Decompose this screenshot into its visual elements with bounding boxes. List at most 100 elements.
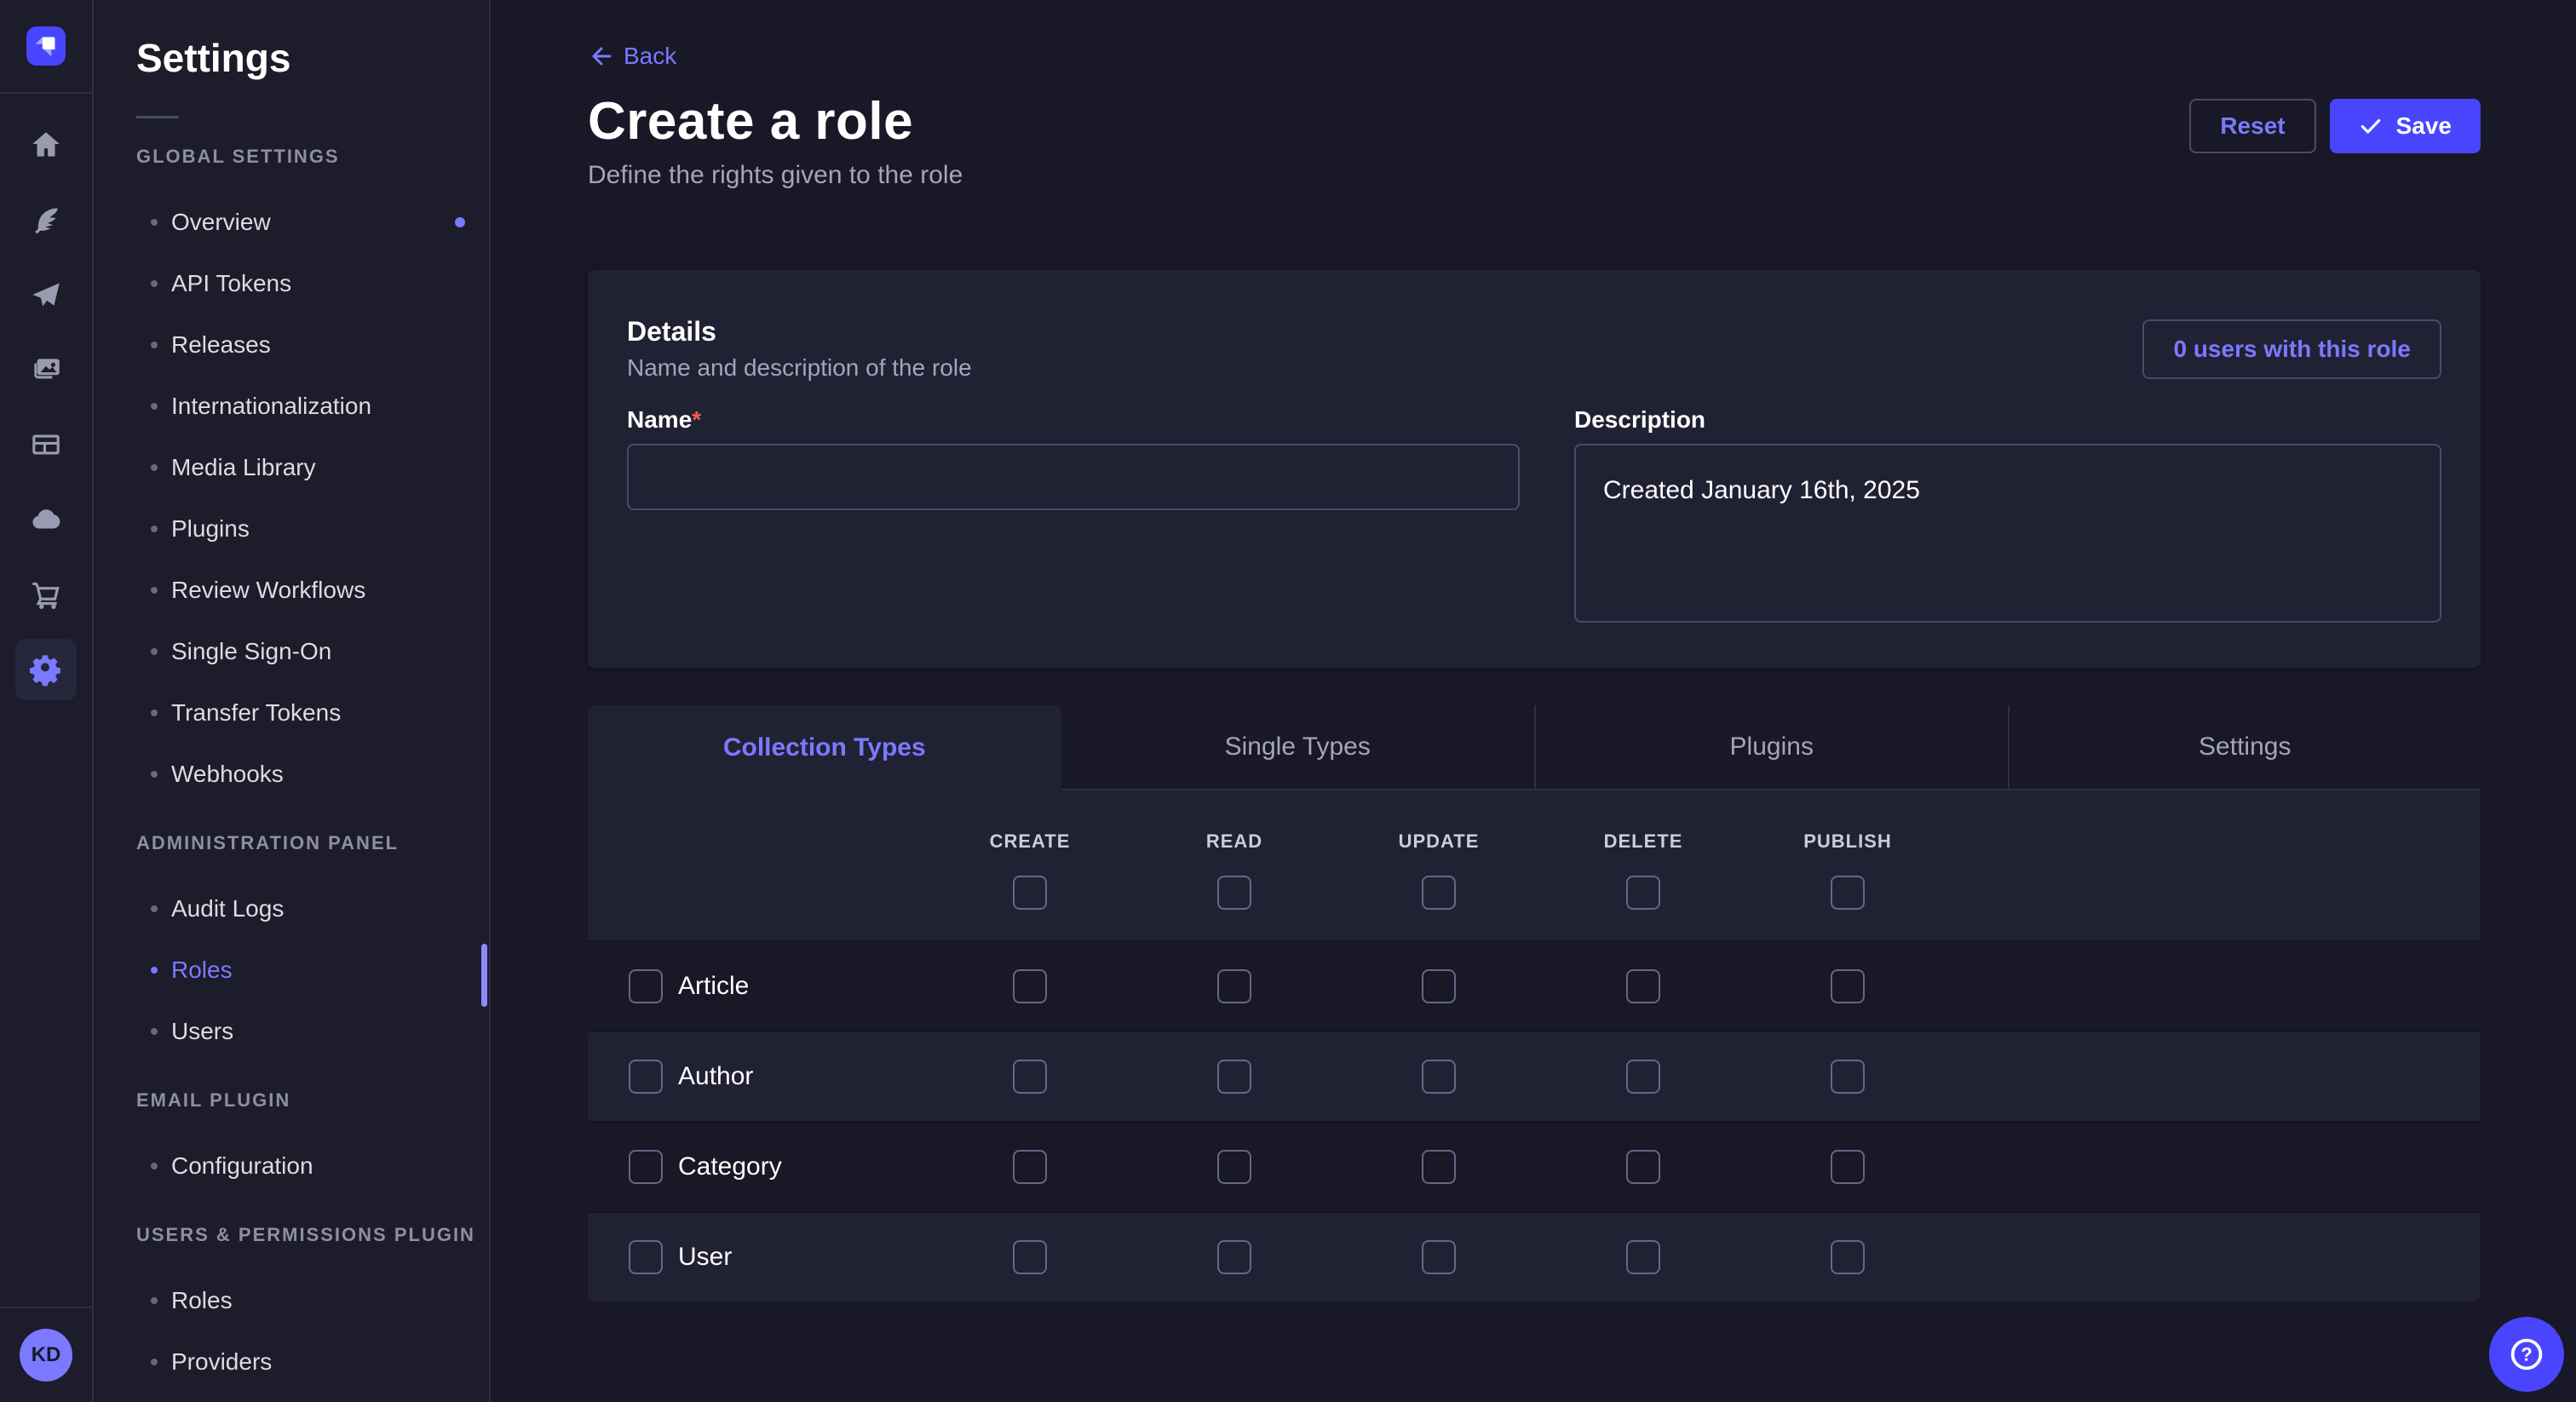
name-field-label: Name* [627,406,1520,434]
select-all-create-checkbox[interactable] [1013,876,1047,910]
tab-settings[interactable]: Settings [2008,705,2481,790]
author-delete-checkbox[interactable] [1626,1060,1660,1094]
user-update-checkbox[interactable] [1422,1240,1456,1274]
select-all-read-checkbox[interactable] [1217,876,1251,910]
page-subtitle: Define the rights given to the role [588,161,2481,190]
subnav-item-plugins[interactable]: Plugins [94,498,489,560]
help-button[interactable]: ? [2489,1317,2564,1392]
bullet [151,403,158,410]
author-read-checkbox[interactable] [1217,1060,1251,1094]
iconbar-footer: KD [0,1307,92,1402]
article-create-checkbox[interactable] [1013,969,1047,1003]
subnav-item-overview[interactable]: Overview [94,192,489,253]
row-label: Article [678,972,749,1001]
category-publish-checkbox[interactable] [1831,1150,1865,1184]
section-email-plugin: EMAIL PLUGIN Configuration [94,1089,489,1197]
row-label: Category [678,1152,782,1181]
nav-layout[interactable] [0,407,92,482]
section-label: ADMINISTRATION PANEL [136,832,489,854]
feather-icon [28,202,64,238]
gear-icon [28,652,64,687]
subnav-item-releases[interactable]: Releases [94,314,489,376]
article-read-checkbox[interactable] [1217,969,1251,1003]
article-publish-checkbox[interactable] [1831,969,1865,1003]
row-select-checkbox[interactable] [629,1150,663,1184]
bullet [151,648,158,655]
reset-button[interactable]: Reset [2189,99,2315,153]
category-delete-checkbox[interactable] [1626,1150,1660,1184]
required-asterisk: * [692,406,701,433]
tab-single-types[interactable]: Single Types [1061,705,1535,790]
article-delete-checkbox[interactable] [1626,969,1660,1003]
permission-tabs: Collection Types Single Types Plugins Se… [588,705,2481,790]
bullet [151,526,158,532]
author-publish-checkbox[interactable] [1831,1060,1865,1094]
user-create-checkbox[interactable] [1013,1240,1047,1274]
user-avatar[interactable]: KD [20,1329,72,1382]
subnav-title: Settings [136,36,489,80]
subnav-item-single-sign-on[interactable]: Single Sign-On [94,621,489,682]
subnav-item-internationalization[interactable]: Internationalization [94,376,489,437]
column-header-create: CREATE [990,830,1071,853]
main-content: Back Reset Save Create a role Define the… [492,0,2576,1402]
check-icon [2359,114,2383,138]
strapi-logo[interactable] [26,26,66,66]
subnav-item-up-roles[interactable]: Roles [94,1270,489,1331]
nav-home[interactable] [0,107,92,182]
subnav-item-audit-logs[interactable]: Audit Logs [94,878,489,939]
tab-collection-types[interactable]: Collection Types [588,705,1061,790]
subnav-item-api-tokens[interactable]: API Tokens [94,253,489,314]
subnav-item-roles-active[interactable]: Roles [94,939,489,1001]
users-with-role-button[interactable]: 0 users with this role [2142,319,2441,379]
header-actions: Reset Save [2189,99,2481,153]
permissions-panel: CREATE READ UPDATE DELETE PUBLISH Articl… [588,790,2481,1301]
tab-plugins[interactable]: Plugins [1534,705,2008,790]
user-publish-checkbox[interactable] [1831,1240,1865,1274]
settings-subnav: Settings GLOBAL SETTINGS Overview API To… [94,0,491,1402]
nav-content-manager[interactable] [0,182,92,257]
row-select-checkbox[interactable] [629,969,663,1003]
save-button[interactable]: Save [2330,99,2481,153]
column-header-read: READ [1206,830,1262,853]
subnav-scrollbar-thumb[interactable] [481,944,487,1007]
subnav-item-review-workflows[interactable]: Review Workflows [94,560,489,621]
nav-releases[interactable] [0,257,92,332]
details-card-subtitle: Name and description of the role [627,353,972,382]
select-all-publish-checkbox[interactable] [1831,876,1865,910]
subnav-item-transfer-tokens[interactable]: Transfer Tokens [94,682,489,744]
subnav-item-media-library[interactable]: Media Library [94,437,489,498]
row-select-checkbox[interactable] [629,1060,663,1094]
article-update-checkbox[interactable] [1422,969,1456,1003]
nav-cloud[interactable] [0,482,92,557]
row-select-checkbox[interactable] [629,1240,663,1274]
permissions-header: CREATE READ UPDATE DELETE PUBLISH [588,790,2481,940]
row-label: Author [678,1062,753,1091]
subnav-item-providers[interactable]: Providers [94,1331,489,1393]
nav-marketplace[interactable] [0,557,92,632]
user-delete-checkbox[interactable] [1626,1240,1660,1274]
subnav-item-users[interactable]: Users [94,1001,489,1062]
subnav-item-webhooks[interactable]: Webhooks [94,744,489,805]
nav-settings[interactable] [0,632,92,707]
icon-sidebar: KD [0,0,94,1402]
section-label: USERS & PERMISSIONS PLUGIN [136,1224,489,1246]
category-read-checkbox[interactable] [1217,1150,1251,1184]
bullet [151,710,158,716]
section-label: GLOBAL SETTINGS [136,146,489,168]
author-create-checkbox[interactable] [1013,1060,1047,1094]
category-create-checkbox[interactable] [1013,1150,1047,1184]
subnav-item-configuration[interactable]: Configuration [94,1135,489,1197]
bullet [151,1297,158,1304]
name-input[interactable] [627,444,1520,510]
select-all-delete-checkbox[interactable] [1626,876,1660,910]
author-update-checkbox[interactable] [1422,1060,1456,1094]
nav-media-library[interactable] [0,332,92,407]
select-all-update-checkbox[interactable] [1422,876,1456,910]
home-icon [28,127,64,163]
category-update-checkbox[interactable] [1422,1150,1456,1184]
column-header-delete: DELETE [1604,830,1683,853]
back-link[interactable]: Back [588,43,676,70]
user-read-checkbox[interactable] [1217,1240,1251,1274]
description-textarea[interactable]: Created January 16th, 2025 [1574,444,2441,623]
bullet [151,771,158,778]
